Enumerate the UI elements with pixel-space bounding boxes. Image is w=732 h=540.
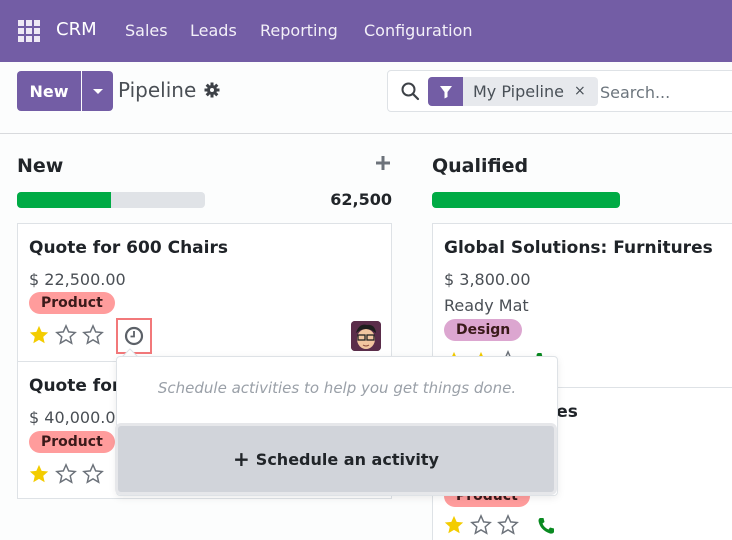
plus-icon[interactable]	[375, 155, 391, 171]
nav-item-reporting[interactable]: Reporting	[260, 21, 338, 40]
tag-product: Product	[29, 292, 115, 314]
filter-icon	[428, 77, 463, 106]
column-progress-new[interactable]	[17, 192, 205, 208]
search-facet-my-pipeline: My Pipeline ×	[428, 77, 598, 106]
progress-fill	[432, 192, 620, 208]
control-panel-divider	[0, 133, 732, 134]
clock-icon	[124, 326, 144, 346]
star-empty-icon[interactable]	[82, 324, 104, 346]
schedule-activity-button[interactable]: + Schedule an activity	[115, 423, 557, 495]
priority-stars[interactable]	[443, 514, 519, 536]
priority-stars[interactable]	[28, 463, 104, 485]
priority-stars[interactable]	[28, 324, 104, 346]
search-bar: My Pipeline ×	[387, 70, 732, 112]
progress-fill	[17, 192, 111, 208]
nav-item-leads[interactable]: Leads	[190, 21, 237, 40]
star-empty-icon[interactable]	[55, 463, 77, 485]
facet-remove-button[interactable]: ×	[574, 77, 598, 106]
card-amount: $ 3,800.00	[444, 270, 531, 289]
nav-item-configuration[interactable]: Configuration	[364, 21, 473, 40]
plus-icon: +	[233, 447, 250, 471]
star-filled-icon[interactable]	[28, 463, 50, 485]
card-amount: $ 40,000.00	[29, 408, 126, 427]
new-button[interactable]: New	[17, 71, 81, 111]
new-dropdown-toggle[interactable]	[82, 71, 113, 111]
star-empty-icon[interactable]	[55, 324, 77, 346]
column-title-qualified: Qualified	[432, 155, 529, 177]
card-title: Global Solutions: Furnitures	[444, 238, 713, 258]
column-total-new: 62,500	[330, 190, 392, 209]
search-input[interactable]	[600, 79, 732, 105]
tag-design: Design	[444, 319, 523, 341]
card-company: Ready Mat	[444, 296, 529, 315]
star-empty-icon[interactable]	[497, 514, 519, 536]
card-title: Quote for 600 Chairs	[29, 238, 228, 258]
popover-message: Schedule activities to help you get thin…	[157, 379, 517, 397]
card-amount: $ 22,500.00	[29, 270, 126, 289]
facet-label: My Pipeline	[473, 82, 564, 101]
apps-menu-icon[interactable]	[18, 20, 40, 42]
star-empty-icon[interactable]	[470, 514, 492, 536]
schedule-activity-label: Schedule an activity	[255, 449, 439, 469]
avatar[interactable]	[351, 321, 381, 351]
star-filled-icon[interactable]	[443, 514, 465, 536]
column-progress-qualified[interactable]	[432, 192, 620, 208]
top-navbar: CRM Sales Leads Reporting Configuration	[0, 0, 732, 62]
nav-item-sales[interactable]: Sales	[125, 21, 168, 40]
phone-icon[interactable]	[537, 517, 555, 535]
app-brand[interactable]: CRM	[56, 19, 97, 40]
star-filled-icon[interactable]	[28, 324, 50, 346]
star-empty-icon[interactable]	[82, 463, 104, 485]
caret-down-icon	[92, 88, 103, 94]
activity-popover: Schedule activities to help you get thin…	[115, 356, 558, 496]
column-title-new: New	[17, 155, 64, 177]
tag-product: Product	[29, 431, 115, 453]
breadcrumb-pipeline: Pipeline	[118, 78, 197, 102]
kanban-card[interactable]: Quote for 600 Chairs $ 22,500.00 Product	[17, 223, 392, 362]
search-icon[interactable]	[400, 81, 420, 101]
gear-icon[interactable]	[204, 82, 220, 98]
